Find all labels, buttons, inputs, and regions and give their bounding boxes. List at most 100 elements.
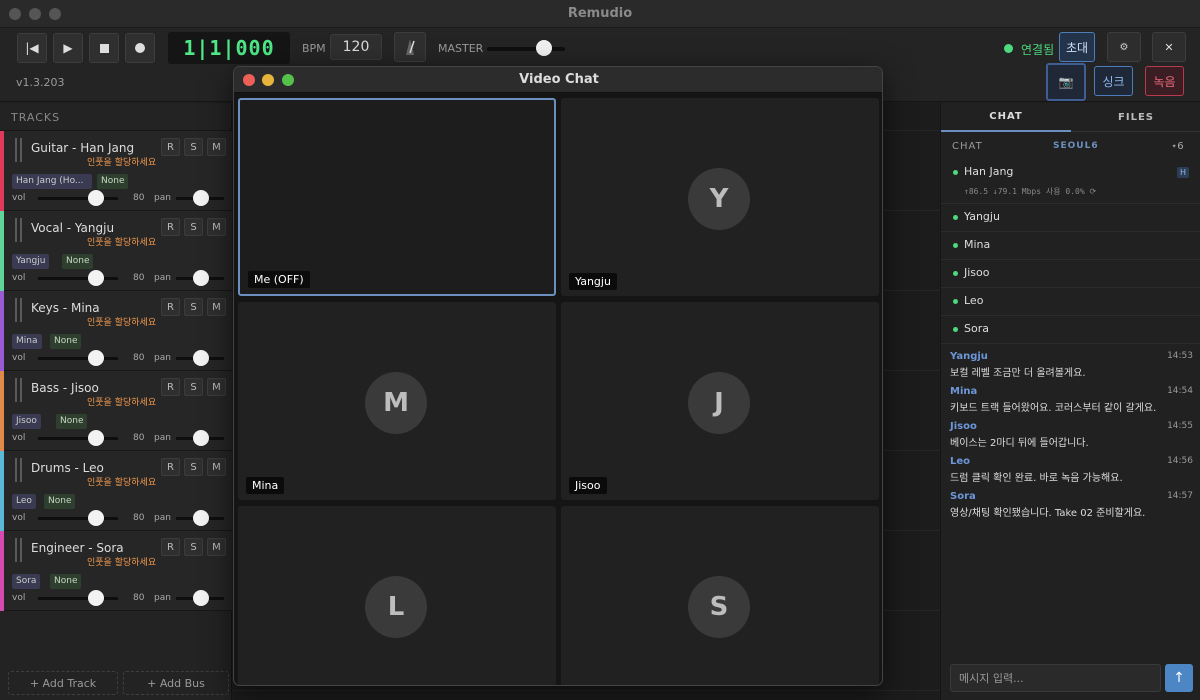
input-select[interactable]: None <box>97 174 129 189</box>
record-arm-toggle[interactable]: R <box>161 138 180 156</box>
track-row[interactable]: Drums - Leo R S M 인풋을 할당하세요 Leo None vol… <box>0 451 232 531</box>
rewind-button[interactable]: |◀ <box>17 33 47 63</box>
drag-handle[interactable] <box>15 218 22 242</box>
record-arm-button[interactable] <box>125 33 155 63</box>
sync-button[interactable]: 싱크 <box>1094 66 1133 96</box>
volume-knob[interactable] <box>88 350 104 366</box>
mute-toggle[interactable]: M <box>207 218 226 236</box>
pan-knob[interactable] <box>193 190 209 206</box>
send-button[interactable]: ↑ <box>1165 664 1193 692</box>
tab-files[interactable]: FILES <box>1071 103 1200 132</box>
record-arm-toggle[interactable]: R <box>161 298 180 316</box>
input-select[interactable]: None <box>44 494 76 509</box>
pan-label: pan <box>154 433 171 443</box>
track-row[interactable]: Vocal - Yangju R S M 인풋을 할당하세요 Yangju No… <box>0 211 232 291</box>
track-color-strip <box>0 291 4 371</box>
record-arm-toggle[interactable]: R <box>161 218 180 236</box>
chat-input[interactable] <box>950 664 1161 692</box>
user-list-item[interactable]: Mina <box>941 232 1200 260</box>
master-volume-knob[interactable] <box>536 40 552 56</box>
vol-label: vol <box>12 593 26 603</box>
record-dot-icon <box>135 43 145 53</box>
user-list-item[interactable]: Sora <box>941 316 1200 344</box>
mute-toggle[interactable]: M <box>207 458 226 476</box>
play-icon: ▶ <box>63 41 73 55</box>
record-arm-toggle[interactable]: R <box>161 538 180 556</box>
solo-toggle[interactable]: S <box>184 378 203 396</box>
user-list-item[interactable]: Leo <box>941 288 1200 316</box>
input-select[interactable]: None <box>56 414 88 429</box>
input-select[interactable]: None <box>50 574 82 589</box>
pan-knob[interactable] <box>193 430 209 446</box>
drag-handle[interactable] <box>15 378 22 402</box>
volume-knob[interactable] <box>88 510 104 526</box>
volume-slider[interactable] <box>38 197 118 200</box>
track-row[interactable]: Guitar - Han Jang R S M 인풋을 할당하세요 Han Ja… <box>0 131 232 211</box>
volume-knob[interactable] <box>88 430 104 446</box>
message-time: 14:54 <box>1167 386 1193 396</box>
invite-button[interactable]: 초대 <box>1059 32 1095 62</box>
track-color-strip <box>0 531 4 611</box>
drag-handle[interactable] <box>15 138 22 162</box>
volume-knob[interactable] <box>88 190 104 206</box>
solo-toggle[interactable]: S <box>184 538 203 556</box>
assign-input-hint: 인풋을 할당하세요 <box>87 558 157 568</box>
track-row[interactable]: Engineer - Sora R S M 인풋을 할당하세요 Sora Non… <box>0 531 232 611</box>
drag-handle[interactable] <box>15 538 22 562</box>
drag-handle[interactable] <box>15 458 22 482</box>
add-bus-button[interactable]: + Add Bus <box>123 671 229 695</box>
video-tile[interactable]: S <box>561 506 879 685</box>
mute-toggle[interactable]: M <box>207 378 226 396</box>
input-select[interactable]: None <box>62 254 94 269</box>
mute-toggle[interactable]: M <box>207 298 226 316</box>
drag-handle[interactable] <box>15 298 22 322</box>
record-button[interactable]: 녹음 <box>1145 66 1184 96</box>
video-chat-button[interactable]: 📷 <box>1046 63 1086 101</box>
solo-toggle[interactable]: S <box>184 218 203 236</box>
volume-slider[interactable] <box>38 277 118 280</box>
input-select[interactable]: None <box>50 334 82 349</box>
volume-knob[interactable] <box>88 270 104 286</box>
solo-toggle[interactable]: S <box>184 458 203 476</box>
online-dot <box>953 170 958 175</box>
user-list-item[interactable]: Han Jang H ↑86.5 ↓79.1 Mbps 사용 0.0% ⟳ <box>941 159 1200 204</box>
record-arm-toggle[interactable]: R <box>161 458 180 476</box>
mute-toggle[interactable]: M <box>207 538 226 556</box>
record-arm-toggle[interactable]: R <box>161 378 180 396</box>
volume-knob[interactable] <box>88 590 104 606</box>
volume-slider[interactable] <box>38 437 118 440</box>
video-tile[interactable]: M Mina <box>238 302 556 500</box>
video-chat-titlebar[interactable]: Video Chat <box>234 67 882 93</box>
mute-toggle[interactable]: M <box>207 138 226 156</box>
track-color-strip <box>0 371 4 451</box>
volume-slider[interactable] <box>38 517 118 520</box>
settings-button[interactable]: ⚙ <box>1107 32 1141 62</box>
pan-knob[interactable] <box>193 270 209 286</box>
master-volume-slider[interactable] <box>487 47 565 51</box>
arrow-up-icon: ↑ <box>1173 670 1185 686</box>
track-row[interactable]: Bass - Jisoo R S M 인풋을 할당하세요 Jisoo None … <box>0 371 232 451</box>
solo-toggle[interactable]: S <box>184 298 203 316</box>
user-list-item[interactable]: Jisoo <box>941 260 1200 288</box>
connection-status: 연결됨 <box>1021 43 1055 57</box>
add-track-button[interactable]: + Add Track <box>8 671 118 695</box>
play-button[interactable]: ▶ <box>53 33 83 63</box>
track-row[interactable]: Keys - Mina R S M 인풋을 할당하세요 Mina None vo… <box>0 291 232 371</box>
video-tile[interactable]: Y Yangju <box>561 98 879 296</box>
stop-button[interactable] <box>89 33 119 63</box>
user-list-item[interactable]: Yangju <box>941 204 1200 232</box>
tab-chat[interactable]: CHAT <box>941 103 1071 132</box>
volume-slider[interactable] <box>38 597 118 600</box>
pan-knob[interactable] <box>193 350 209 366</box>
video-tile[interactable]: J Jisoo <box>561 302 879 500</box>
video-tile[interactable]: L <box>238 506 556 685</box>
metronome-button[interactable] <box>394 32 426 62</box>
volume-slider[interactable] <box>38 357 118 360</box>
pan-knob[interactable] <box>193 590 209 606</box>
bpm-input[interactable]: 120 <box>330 34 382 60</box>
close-button[interactable]: ✕ <box>1152 32 1186 62</box>
pan-knob[interactable] <box>193 510 209 526</box>
solo-toggle[interactable]: S <box>184 138 203 156</box>
video-tile[interactable]: Me (OFF) <box>238 98 556 296</box>
title-bar: Remudio <box>0 0 1200 28</box>
